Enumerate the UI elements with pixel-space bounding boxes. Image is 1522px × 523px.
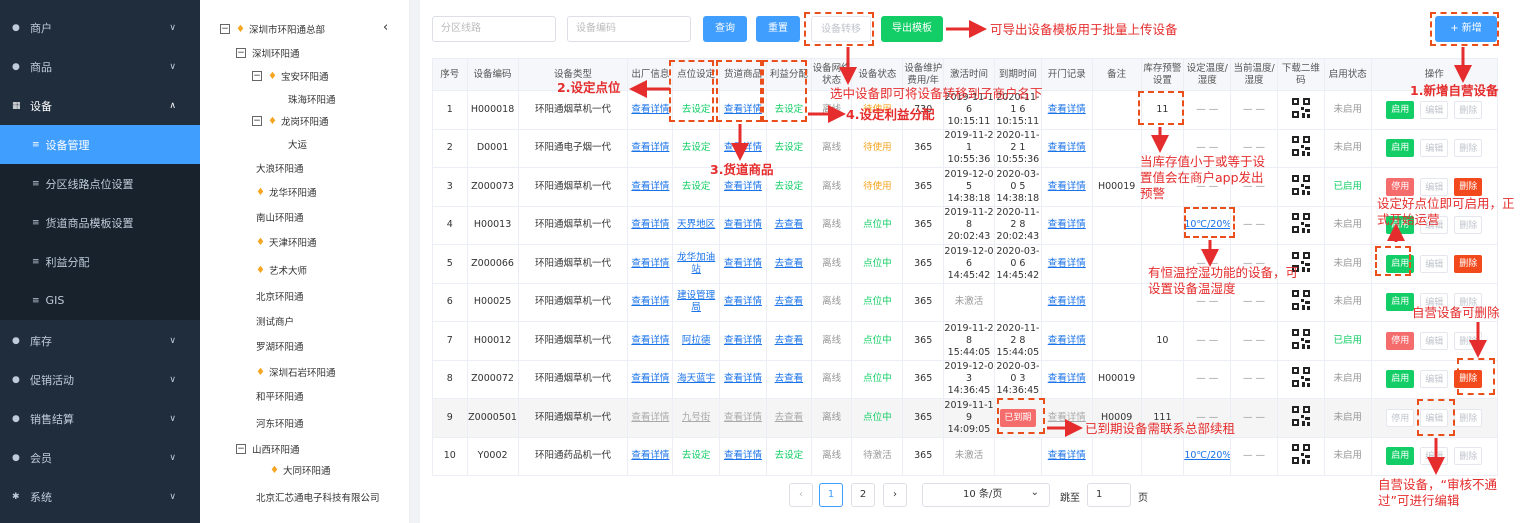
annotation-delete: 自营设备可删除: [1412, 305, 1500, 320]
annotation-export: 可导出设备模板用于批量上传设备: [990, 22, 1178, 37]
annotation-expired: 已到期设备需联系总部续租: [1085, 421, 1236, 436]
annotation-temp: 有恒温控湿功能的设备，可设置设备温湿度: [1148, 265, 1299, 296]
annotation-enable: 设定好点位即可启用，正式开始运营: [1377, 196, 1515, 227]
annotation-arrows: [629, 20, 1487, 475]
annotation-warn: 当库存值小于或等于设置值会在商户app发出预警: [1140, 154, 1266, 201]
page: ● 商户 ∨ ● 商品 ∨ ▦ 设备 ∧ ≡ 设备管理 ≡ 分区线路点位设置 ≡…: [0, 0, 1522, 523]
annotation-edit: 自营设备，“审核不通过”可进行编辑: [1378, 477, 1497, 508]
annotation-profit: 4.设定利益分配: [846, 107, 935, 122]
annotation-transfer: 选中设备即可将设备转移到子商户名下: [830, 86, 1043, 101]
annotation-point: 2.设定点位: [557, 80, 621, 95]
annotation-goods: 3.货道商品: [710, 162, 774, 177]
annotation-add: 1.新增自营设备: [1410, 83, 1499, 98]
